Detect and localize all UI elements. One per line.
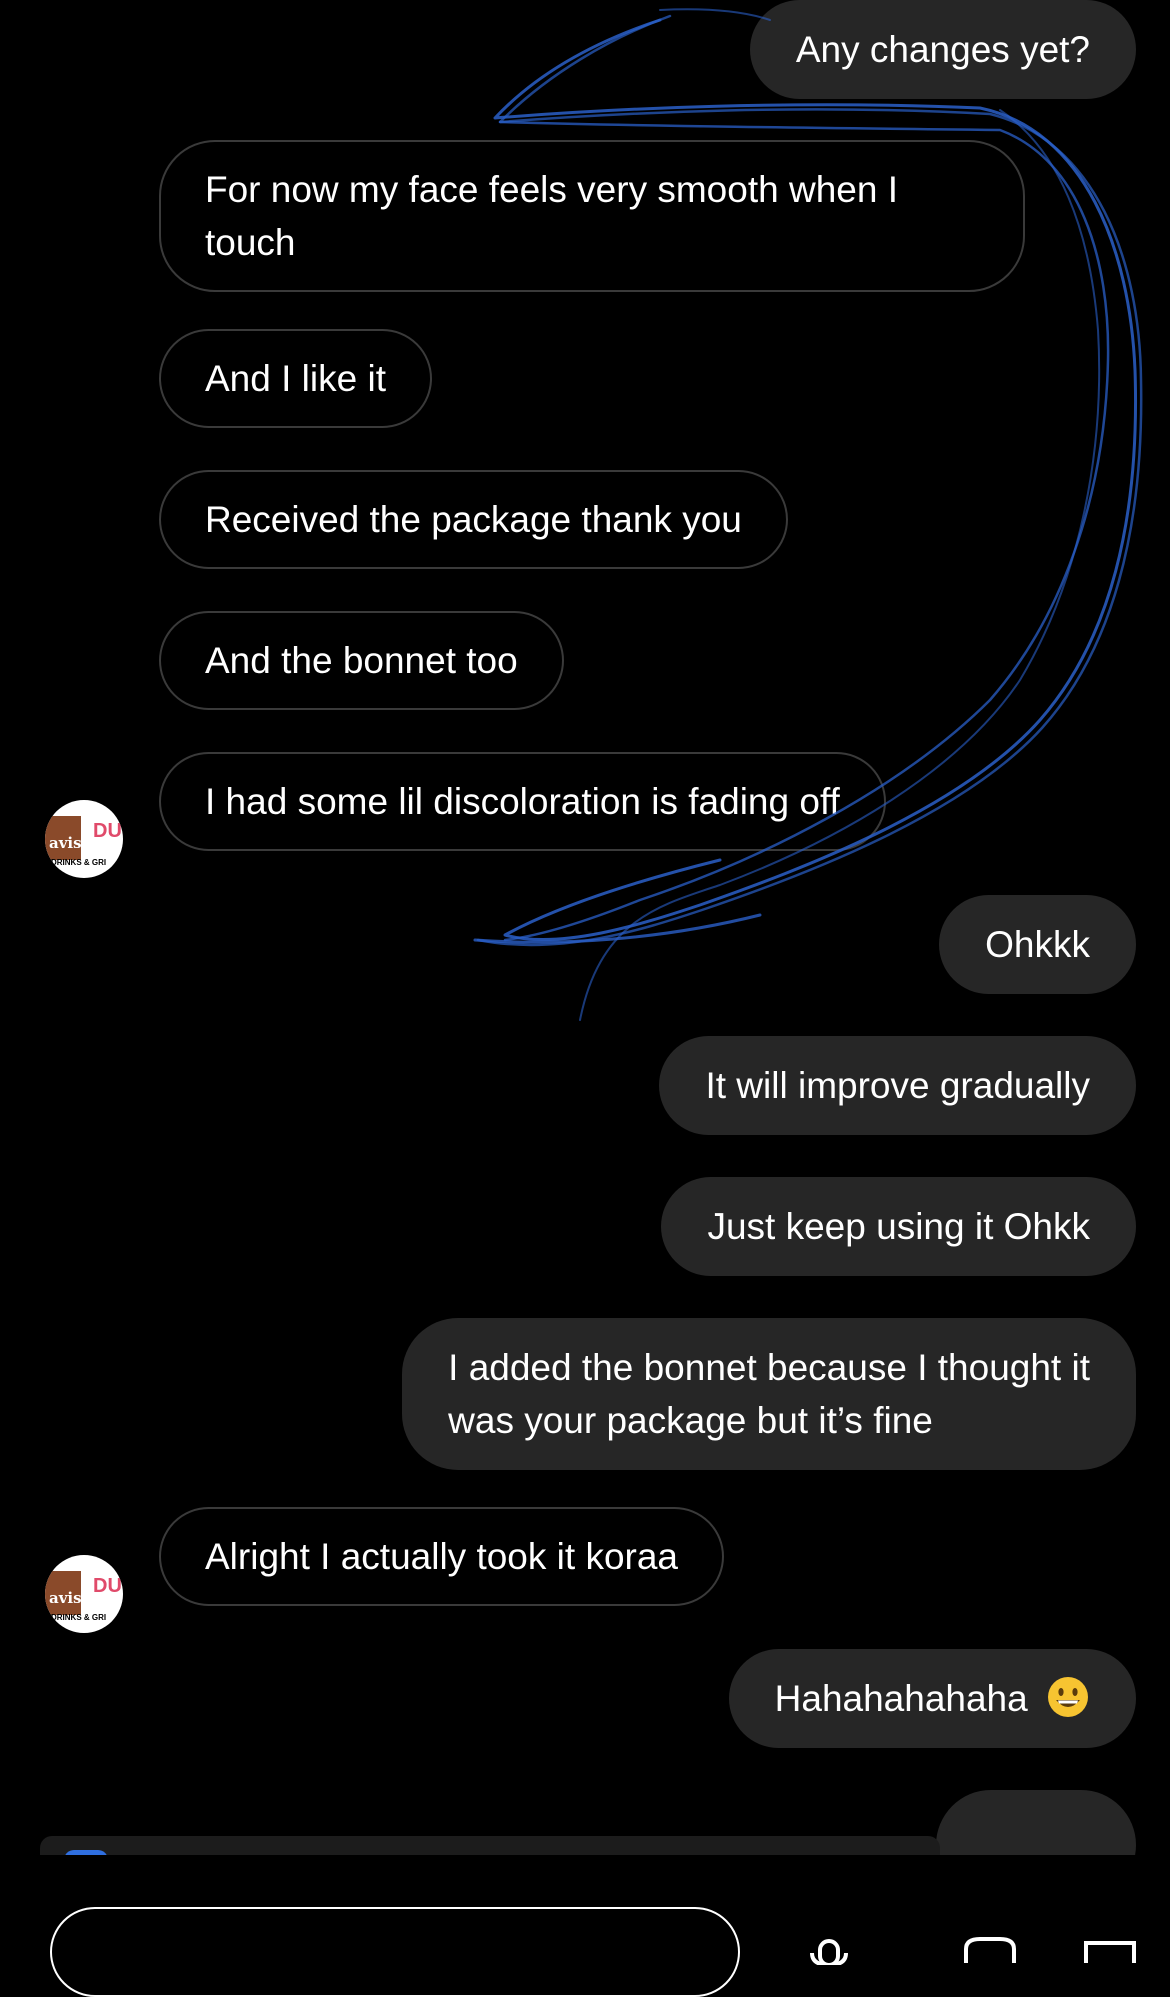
message-text-line: was your package but it’s fine xyxy=(448,1400,933,1441)
message-text: Just keep using it Ohkk xyxy=(707,1206,1090,1247)
reply-preview-bar xyxy=(40,1836,940,1855)
message-text: I had some lil discoloration is fading o… xyxy=(205,781,840,822)
message-bubble-incoming[interactable]: I had some lil discoloration is fading o… xyxy=(159,752,886,851)
message-text-line: I added the bonnet because I thought it xyxy=(448,1347,1090,1388)
logo-du: DU xyxy=(93,820,122,842)
message-bubble-incoming[interactable]: Alright I actually took it koraa xyxy=(159,1507,724,1606)
composer-area xyxy=(0,1855,1170,1997)
message-text-line: For now my face feels very smooth when I xyxy=(205,169,898,210)
logo-text: avish xyxy=(49,1589,93,1607)
message-text: And the bonnet too xyxy=(205,640,518,681)
message-text: Received the package thank you xyxy=(205,499,742,540)
message-bubble-incoming[interactable]: And the bonnet too xyxy=(159,611,564,710)
message-input[interactable] xyxy=(50,1907,740,1997)
sticker-icon[interactable] xyxy=(960,1935,1020,1965)
message-text: Alright I actually took it koraa xyxy=(205,1536,678,1577)
message-bubble-incoming[interactable]: Received the package thank you xyxy=(159,470,788,569)
message-bubble-outgoing[interactable]: Any changes yet? xyxy=(749,0,1136,99)
logo-sub: DRINKS & GRI xyxy=(51,1613,107,1622)
message-bubble-outgoing[interactable]: I added the bonnet because I thought it … xyxy=(402,1318,1136,1470)
logo-text: avish xyxy=(49,834,93,852)
gallery-icon[interactable] xyxy=(1080,1935,1140,1965)
message-text: Hahahahahaha xyxy=(774,1678,1028,1719)
microphone-icon[interactable] xyxy=(800,1935,860,1965)
message-text: Any changes yet? xyxy=(795,29,1090,70)
grinning-face-emoji xyxy=(1048,1677,1088,1717)
message-thread[interactable]: Any changes yet? For now my face feels v… xyxy=(0,0,1170,1855)
contact-avatar[interactable]: avish DU DRINKS & GRI xyxy=(45,800,123,878)
message-text: Ohkkk xyxy=(985,924,1090,965)
message-bubble-outgoing[interactable]: Hahahahahaha xyxy=(728,1649,1136,1748)
logo-sub: DRINKS & GRI xyxy=(51,858,107,867)
message-bubble-outgoing[interactable]: It will improve gradually xyxy=(659,1036,1136,1135)
contact-avatar[interactable]: avish DU DRINKS & GRI xyxy=(45,1555,123,1633)
message-bubble-incoming[interactable]: For now my face feels very smooth when I… xyxy=(159,140,1025,292)
message-text-line: touch xyxy=(205,222,296,263)
message-bubble-outgoing[interactable]: Ohkkk xyxy=(939,895,1136,994)
message-bubble-outgoing-partial[interactable] xyxy=(936,1790,1136,1855)
logo-du: DU xyxy=(93,1575,122,1597)
message-bubble-outgoing[interactable]: Just keep using it Ohkk xyxy=(661,1177,1136,1276)
message-text: It will improve gradually xyxy=(705,1065,1090,1106)
message-bubble-incoming[interactable]: And I like it xyxy=(159,329,432,428)
message-text: And I like it xyxy=(205,358,386,399)
